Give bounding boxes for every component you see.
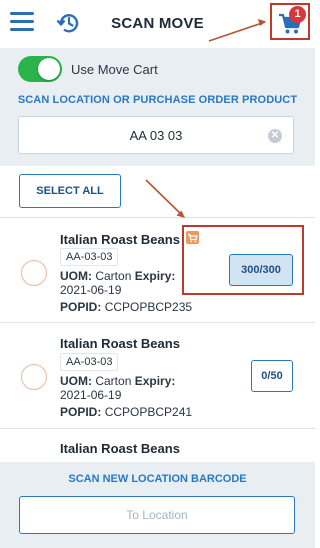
item-location: AA-03-03 xyxy=(60,353,119,371)
toggle-knob xyxy=(38,58,60,80)
scan-instruction-label: SCAN LOCATION OR PURCHASE ORDER PRODUCT xyxy=(17,94,298,106)
move-cart-toggle[interactable] xyxy=(18,56,62,82)
uom-label: UOM: xyxy=(60,374,92,388)
list-item: Italian Roast Beans AA-03-03 UOM: Carton… xyxy=(0,323,315,427)
uom-value: Carton xyxy=(95,374,132,388)
annotation-highlight xyxy=(182,225,304,295)
header-bar: SCAN MOVE 1 xyxy=(0,0,315,48)
item-select-radio[interactable] xyxy=(21,364,47,390)
expiry-value: 2021-06-19 xyxy=(60,388,122,402)
move-cart-label: Use Move Cart xyxy=(71,62,158,77)
item-name: Italian Roast Beans xyxy=(60,232,180,247)
item-select-radio[interactable] xyxy=(21,260,47,286)
item-name: Italian Roast Beans xyxy=(60,441,180,456)
item-uom-expiry: UOM: Carton Expiry: xyxy=(60,374,175,388)
quantity-button[interactable]: 0/50 xyxy=(251,360,293,392)
expiry-value: 2021-06-19 xyxy=(60,283,122,297)
cart-count-badge: 1 xyxy=(289,6,306,23)
clear-icon[interactable]: ✕ xyxy=(268,129,282,143)
item-name: Italian Roast Beans xyxy=(60,336,180,351)
select-all-button[interactable]: SELECT ALL xyxy=(19,174,121,208)
to-location-input[interactable]: To Location xyxy=(19,496,295,534)
expiry-label: Expiry: xyxy=(134,269,176,283)
popid-value: CCPOPBCP235 xyxy=(104,300,193,314)
list-item: Italian Roast Beans xyxy=(0,429,315,462)
scan-input[interactable]: AA 03 03 ✕ xyxy=(18,116,294,154)
expiry-label: Expiry: xyxy=(134,374,176,388)
item-uom-expiry: UOM: Carton Expiry: xyxy=(60,269,175,283)
page-title: SCAN MOVE xyxy=(111,15,204,32)
location-panel: SCAN NEW LOCATION BARCODE To Location xyxy=(0,462,315,548)
popid-label: POPID: xyxy=(60,405,102,419)
item-popid: POPID: CCPOPBCP235 xyxy=(60,300,192,314)
scan-panel: Use Move Cart SCAN LOCATION OR PURCHASE … xyxy=(0,48,315,166)
uom-value: Carton xyxy=(95,269,132,283)
cart-button[interactable]: 1 xyxy=(270,3,310,40)
item-location: AA-03-03 xyxy=(60,248,119,266)
uom-label: UOM: xyxy=(60,269,92,283)
item-popid: POPID: CCPOPBCP241 xyxy=(60,405,192,419)
scan-new-location-label: SCAN NEW LOCATION BARCODE xyxy=(68,473,247,485)
scan-input-value: AA 03 03 xyxy=(129,128,183,143)
popid-value: CCPOPBCP241 xyxy=(104,405,193,419)
popid-label: POPID: xyxy=(60,300,102,314)
